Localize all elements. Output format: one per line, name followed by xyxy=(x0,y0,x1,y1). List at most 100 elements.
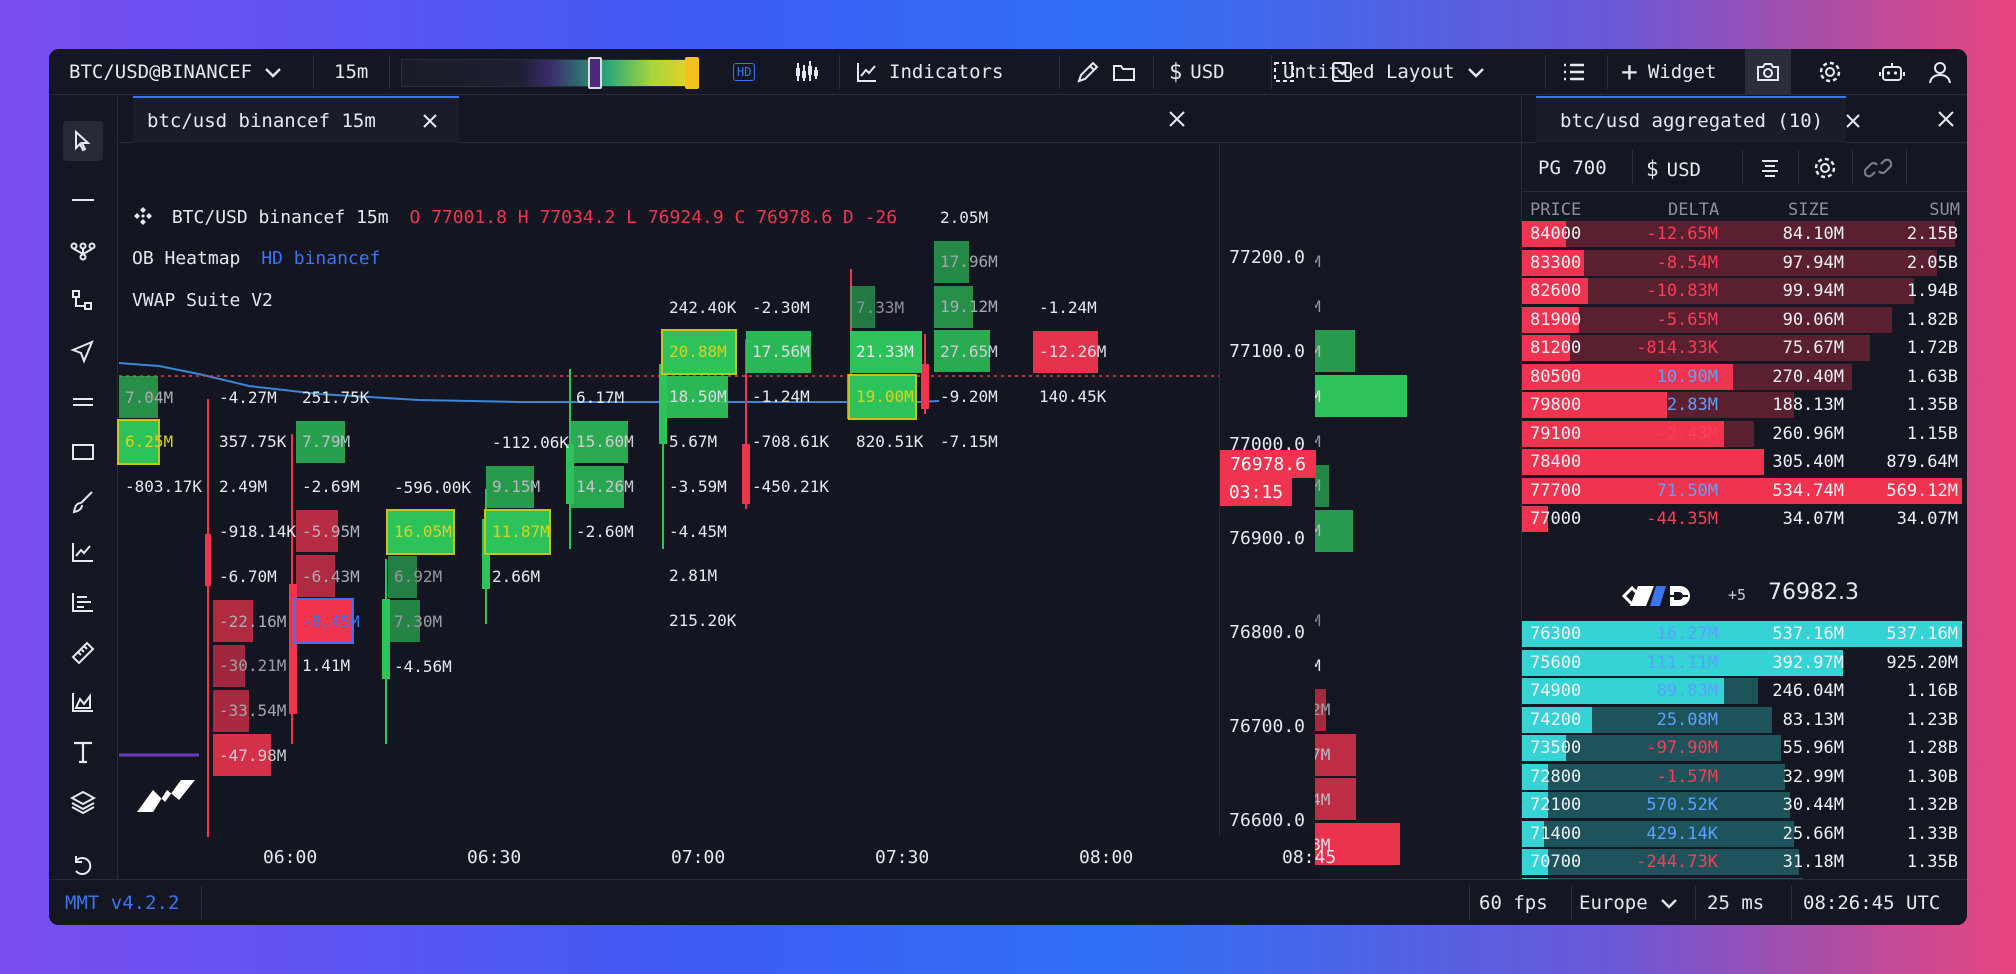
price-grouping-selector[interactable]: PG 700 xyxy=(1538,157,1607,179)
watchlist-button[interactable] xyxy=(1561,49,1587,95)
parallel-lines-tool[interactable] xyxy=(63,382,103,422)
pitchfork-tool[interactable] xyxy=(63,230,103,270)
orderbook-price: 76300 xyxy=(1530,624,1582,644)
layers-tool[interactable] xyxy=(63,782,103,822)
orderbook-price: 73500 xyxy=(1530,738,1582,758)
price-axis[interactable]: 77200.0 77100.0 77000.0 76900.0 76800.0 … xyxy=(1219,144,1316,879)
close-chart-panel-icon[interactable] xyxy=(1167,109,1187,129)
widget-label: Widget xyxy=(1647,61,1717,83)
bid-row[interactable]: 72100 570.52K 30.44M 1.32B xyxy=(1522,791,1967,819)
bid-row[interactable]: 70700 -244.73K 31.18M 1.35B xyxy=(1522,848,1967,876)
draw-button[interactable] xyxy=(1075,49,1101,95)
measure-tool[interactable] xyxy=(63,632,103,672)
footprint-chart[interactable]: BTC/USD binancef 15m O 77001.8 H 77034.2… xyxy=(117,144,1407,879)
horizontal-line-icon xyxy=(72,199,94,201)
ask-row[interactable]: 82600 -10.83M 99.94M 1.94B xyxy=(1522,277,1967,305)
gear-icon[interactable] xyxy=(1812,155,1838,181)
bid-row[interactable]: 74200 25.08M 83.13M 1.23B xyxy=(1522,706,1967,734)
undo-tool[interactable] xyxy=(63,850,103,880)
hd-toggle[interactable]: HD xyxy=(733,49,756,95)
settings-button[interactable] xyxy=(1807,49,1853,95)
version-label: MMT v4.2.2 xyxy=(65,892,180,914)
align-center-icon[interactable] xyxy=(1758,156,1782,180)
screenshot-button[interactable] xyxy=(1745,49,1791,95)
layout-selector[interactable]: Untitled Layout xyxy=(1273,49,1487,95)
orderbook-delta: 71.50M xyxy=(1656,480,1718,501)
heatmap-intensity-slider[interactable] xyxy=(401,59,697,87)
orderbook-price: 79800 xyxy=(1530,395,1582,415)
bid-row[interactable]: 74900 89.83M 246.04M 1.16B xyxy=(1522,677,1967,705)
pencil-icon xyxy=(1077,61,1099,83)
candle-body xyxy=(921,364,929,409)
layout-icon xyxy=(1274,62,1294,82)
currency-selector[interactable]: $ USD xyxy=(1169,49,1225,95)
time-axis[interactable]: 06:00 06:30 07:00 07:30 08:00 08:45 xyxy=(119,837,1336,879)
trend-line-tool[interactable] xyxy=(63,532,103,572)
price-tick: 76700.0 xyxy=(1229,716,1305,737)
ask-row[interactable]: 80500 10.90M 270.40M 1.63B xyxy=(1522,363,1967,391)
currency-label: USD xyxy=(1190,61,1225,83)
ray-tool[interactable] xyxy=(63,332,103,372)
ask-row[interactable]: 81900 -5.65M 90.06M 1.82B xyxy=(1522,306,1967,334)
ask-row[interactable]: 78400 305.40M 879.64M xyxy=(1522,448,1967,476)
symbol-selector[interactable]: BTC/USD@BINANCEF xyxy=(69,49,284,95)
candle-countdown: 03:15 xyxy=(1220,478,1292,506)
ask-row[interactable]: 77000 -44.35M 34.07M 34.07M xyxy=(1522,505,1967,533)
rectangle-tool[interactable] xyxy=(63,432,103,472)
ask-row[interactable]: 77700 71.50M 534.74M 569.12M xyxy=(1522,477,1967,505)
heatmap-slider-min-handle[interactable] xyxy=(588,57,602,89)
ask-row[interactable]: 79800 2.83M 188.13M 1.35B xyxy=(1522,391,1967,419)
orderbook-sum: 1.28B xyxy=(1906,738,1958,758)
orderbook-price: 72800 xyxy=(1530,766,1582,787)
footprint-cell: -4.27M xyxy=(213,376,277,418)
orderbook-size: 537.16M xyxy=(1772,624,1844,644)
bid-row[interactable]: 75600 111.11M 392.97M 925.20M xyxy=(1522,649,1967,677)
close-icon[interactable] xyxy=(1844,112,1862,130)
footprint-value: 7.79M xyxy=(302,432,351,452)
fib-tool[interactable] xyxy=(63,582,103,622)
orderbook-tab[interactable]: btc/usd aggregated (10) xyxy=(1536,96,1860,143)
text-tool[interactable] xyxy=(63,732,103,772)
footprint-cell: -47.98M xyxy=(213,734,286,777)
save-icon xyxy=(1332,62,1352,82)
account-button[interactable] xyxy=(1917,49,1963,95)
orderbook-delta: 111.11M xyxy=(1646,652,1718,673)
horizontal-line-tool[interactable] xyxy=(63,180,103,220)
bid-row[interactable]: 71400 429.14K 25.66M 1.33B xyxy=(1522,820,1967,848)
bot-button[interactable] xyxy=(1869,49,1915,95)
footprint-value: 2.81M xyxy=(669,566,718,586)
bid-row[interactable]: 72800 -1.57M 32.99M 1.30B xyxy=(1522,763,1967,791)
bid-row[interactable]: 73500 -97.90M 55.96M 1.28B xyxy=(1522,734,1967,762)
depth-bar xyxy=(1522,221,1955,247)
add-widget-button[interactable]: + Widget xyxy=(1621,49,1717,95)
ask-row[interactable]: 83300 -8.54M 97.94M 2.05B xyxy=(1522,249,1967,277)
footprint-value: 820.51K xyxy=(856,431,924,451)
ask-row[interactable]: 81200 -814.33K 75.67M 1.72B xyxy=(1522,334,1967,362)
ask-row[interactable]: 84000 -12.65M 84.10M 2.15B xyxy=(1522,220,1967,248)
path-tool[interactable] xyxy=(63,280,103,320)
volume-profile-tool[interactable] xyxy=(63,682,103,722)
ask-row[interactable]: 79100 -2.43M 260.96M 1.15B xyxy=(1522,420,1967,448)
heatmap-indicator-legend[interactable]: OB Heatmap HD binancef xyxy=(132,248,380,269)
close-orderbook-panel-icon[interactable] xyxy=(1936,109,1956,129)
orderbook-currency-selector[interactable]: $ USD xyxy=(1646,157,1701,181)
vwap-indicator-legend[interactable]: VWAP Suite V2 xyxy=(132,290,273,311)
footprint-cell: -7.15M xyxy=(934,420,998,462)
bid-row[interactable]: 76300 16.27M 537.16M 537.16M xyxy=(1522,620,1967,648)
footprint-cell: 1.41M xyxy=(296,645,350,687)
open-layout-button[interactable] xyxy=(1111,49,1137,95)
brush-tool[interactable] xyxy=(63,482,103,522)
vwap-name: VWAP Suite V2 xyxy=(132,290,273,311)
indicators-button[interactable]: Indicators xyxy=(855,49,1003,95)
region-selector[interactable]: Europe xyxy=(1579,880,1680,925)
chart-tab[interactable]: btc/usd binancef 15m xyxy=(133,96,459,143)
chart-type-button[interactable] xyxy=(793,49,819,95)
link-icon[interactable] xyxy=(1864,157,1892,179)
orderbook-delta: -2.43M xyxy=(1656,423,1718,444)
heatmap-slider-max-handle[interactable] xyxy=(685,57,699,89)
footprint-value: -1.24M xyxy=(752,387,810,407)
price-header: PRICE xyxy=(1530,200,1582,220)
timeframe-selector[interactable]: 15m xyxy=(334,49,368,95)
close-icon[interactable] xyxy=(421,112,439,130)
cursor-tool[interactable] xyxy=(63,121,103,161)
